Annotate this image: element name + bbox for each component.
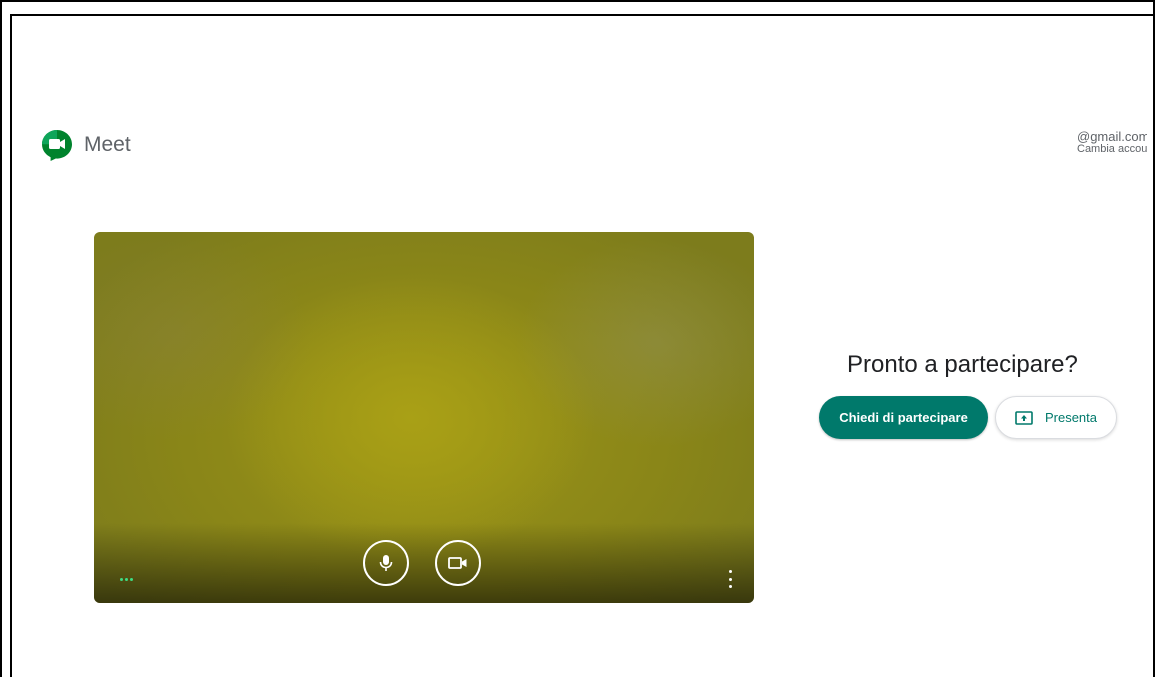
browser-frame: Meet @gmail.com Cambia account <box>0 0 1155 677</box>
microphone-toggle-button[interactable] <box>363 540 409 586</box>
microphone-icon <box>379 555 393 571</box>
ask-to-join-button[interactable]: Chiedi di partecipare <box>819 396 988 439</box>
account-email: @gmail.com <box>1077 130 1147 144</box>
more-options-button[interactable] <box>726 570 734 588</box>
camera-toggle-button[interactable] <box>435 540 481 586</box>
app-name: Meet <box>84 133 131 156</box>
preview-controls-gradient <box>94 523 754 603</box>
present-button[interactable]: Presenta <box>995 396 1117 439</box>
switch-account-link[interactable]: Cambia account <box>1077 143 1147 156</box>
audio-level-indicator <box>120 578 133 581</box>
meet-logo-icon <box>42 130 72 161</box>
account-info[interactable]: @gmail.com Cambia account <box>1077 130 1147 156</box>
video-preview <box>94 232 754 603</box>
meet-logo[interactable]: Meet <box>40 128 131 162</box>
video-camera-icon <box>448 557 467 569</box>
ready-to-join-heading: Pronto a partecipare? <box>847 351 1078 378</box>
present-to-all-icon <box>1015 410 1033 425</box>
more-vert-icon <box>728 570 732 573</box>
present-button-label: Presenta <box>1044 410 1098 425</box>
